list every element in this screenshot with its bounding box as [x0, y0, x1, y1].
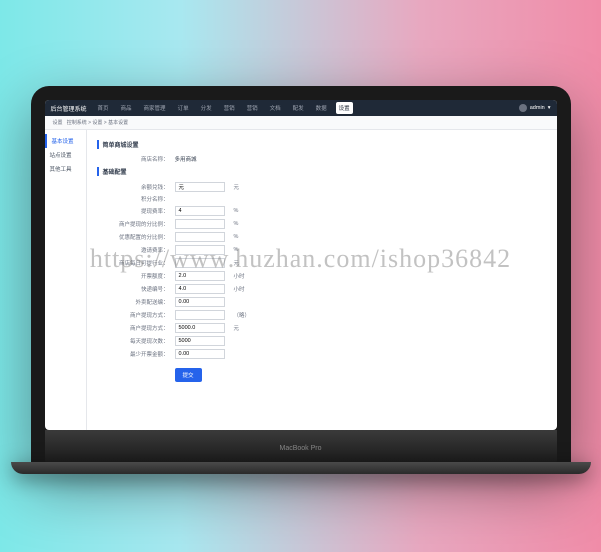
chevron-down-icon: ▾ [548, 105, 551, 111]
form-row: 商户提现方式： （略） [97, 310, 547, 320]
main-panel: 简单商城设置 商店名称： 多用商城 基础配置 余额兑钱：元元积分名称：提现费率：… [87, 130, 557, 430]
nav-item[interactable]: 订单 [175, 102, 192, 114]
nav-item[interactable]: 营销 [244, 102, 261, 114]
form-label: 邀请费率： [97, 246, 169, 254]
nav-item[interactable]: 商家管理 [141, 102, 169, 114]
nav-item[interactable]: 配发 [290, 102, 307, 114]
form-label: 开票额度： [97, 272, 169, 280]
unit-label: % [234, 221, 239, 227]
text-input[interactable]: 0.00 [175, 297, 225, 307]
text-input[interactable]: 2.0 [175, 271, 225, 281]
form-label: 商户提现的分比例： [97, 220, 169, 228]
text-input[interactable]: 4.0 [175, 284, 225, 294]
form-label: 积分名称： [97, 195, 169, 203]
form-row: 每天提现次数： 5000 [97, 336, 547, 346]
form-label: 商店名称： [97, 155, 169, 163]
form-label: 最少开票金额： [97, 350, 169, 358]
laptop-frame: 后台管理系统 首页商品商家管理订单分发营销营销文档配发数据设置 admin ▾ … [31, 86, 571, 466]
nav-item[interactable]: 设置 [336, 102, 353, 114]
form-row: 最少开票金额： 0.00 [97, 349, 547, 359]
form-row: 商户提现方式： 5000.0 元 [97, 323, 547, 333]
text-input[interactable] [175, 219, 225, 229]
content-body: 基本设置站点设置其他工具 简单商城设置 商店名称： 多用商城 基础配置 余额兑钱… [45, 130, 557, 430]
form-row: 外卖配送编： 0.00 [97, 297, 547, 307]
form-label: 提现费率： [97, 207, 169, 215]
avatar-icon [519, 104, 527, 112]
section-title-2: 基础配置 [97, 167, 547, 176]
brand: 后台管理系统 [51, 104, 87, 113]
laptop-foot [11, 462, 591, 474]
form-row: 积分名称： [97, 195, 547, 203]
form-label: 商户提现方式： [97, 311, 169, 319]
form-label: 商户提现方式： [97, 324, 169, 332]
text-input[interactable]: 0.00 [175, 349, 225, 359]
form-label: 每天提现次数： [97, 337, 169, 345]
unit-label: 小时 [234, 285, 245, 293]
unit-label: 元 [234, 324, 240, 332]
text-input[interactable] [175, 310, 225, 320]
text-input[interactable] [175, 245, 225, 255]
text-input[interactable]: 5000.0 [175, 323, 225, 333]
form-row: 开票额度： 2.0 小时 [97, 271, 547, 281]
nav-item[interactable]: 分发 [198, 102, 215, 114]
unit-label: % [234, 208, 239, 214]
form-value: 多用商城 [175, 155, 197, 163]
unit-label: （略） [234, 311, 251, 319]
form-row: 邀请费率：% [97, 245, 547, 255]
unit-label: 小时 [234, 272, 245, 280]
text-input[interactable]: 5000 [175, 336, 225, 346]
section-title-1: 简单商城设置 [97, 140, 547, 149]
form-label: 商店每日可提行业： [97, 259, 169, 267]
form-row: 商户提现的分比例：% [97, 219, 547, 229]
text-input[interactable] [175, 232, 225, 242]
form-label: 优惠配置的分比例： [97, 233, 169, 241]
sidebar-item[interactable]: 其他工具 [45, 162, 86, 176]
unit-label: 元 [234, 259, 240, 267]
form-row: 提现费率： 4% [97, 206, 547, 216]
form-label: 余额兑钱： [97, 183, 169, 191]
sidebar: 基本设置站点设置其他工具 [45, 130, 87, 430]
username: admin [530, 105, 545, 111]
user-menu[interactable]: admin ▾ [519, 104, 551, 112]
text-input[interactable]: 4 [175, 206, 225, 216]
laptop-base: MacBook Pro [45, 430, 557, 466]
text-input[interactable] [175, 258, 225, 268]
nav: 首页商品商家管理订单分发营销营销文档配发数据设置 [95, 102, 519, 114]
unit-label: % [234, 247, 239, 253]
nav-item[interactable]: 首页 [95, 102, 112, 114]
nav-item[interactable]: 营销 [221, 102, 238, 114]
form-row: 商店名称： 多用商城 [97, 155, 547, 163]
form-row: 快递编号： 4.0 小时 [97, 284, 547, 294]
form-label: 外卖配送编： [97, 298, 169, 306]
unit-label: 元 [234, 183, 240, 191]
unit-label: % [234, 234, 239, 240]
form-row: 余额兑钱： 元 元 [97, 182, 547, 192]
submit-button[interactable]: 提交 [175, 368, 202, 382]
form-row: 商店每日可提行业： 元 [97, 258, 547, 268]
nav-item[interactable]: 商品 [118, 102, 135, 114]
form-label: 快递编号： [97, 285, 169, 293]
sidebar-item[interactable]: 基本设置 [45, 134, 86, 148]
nav-item[interactable]: 文档 [267, 102, 284, 114]
breadcrumb: 设置 控制系统 > 设置 > 基本设置 [45, 116, 557, 130]
sidebar-item[interactable]: 站点设置 [45, 148, 86, 162]
screen: 后台管理系统 首页商品商家管理订单分发营销营销文档配发数据设置 admin ▾ … [45, 100, 557, 430]
topbar: 后台管理系统 首页商品商家管理订单分发营销营销文档配发数据设置 admin ▾ [45, 100, 557, 116]
text-input[interactable]: 元 [175, 182, 225, 192]
nav-item[interactable]: 数据 [313, 102, 330, 114]
form-row: 优惠配置的分比例：% [97, 232, 547, 242]
